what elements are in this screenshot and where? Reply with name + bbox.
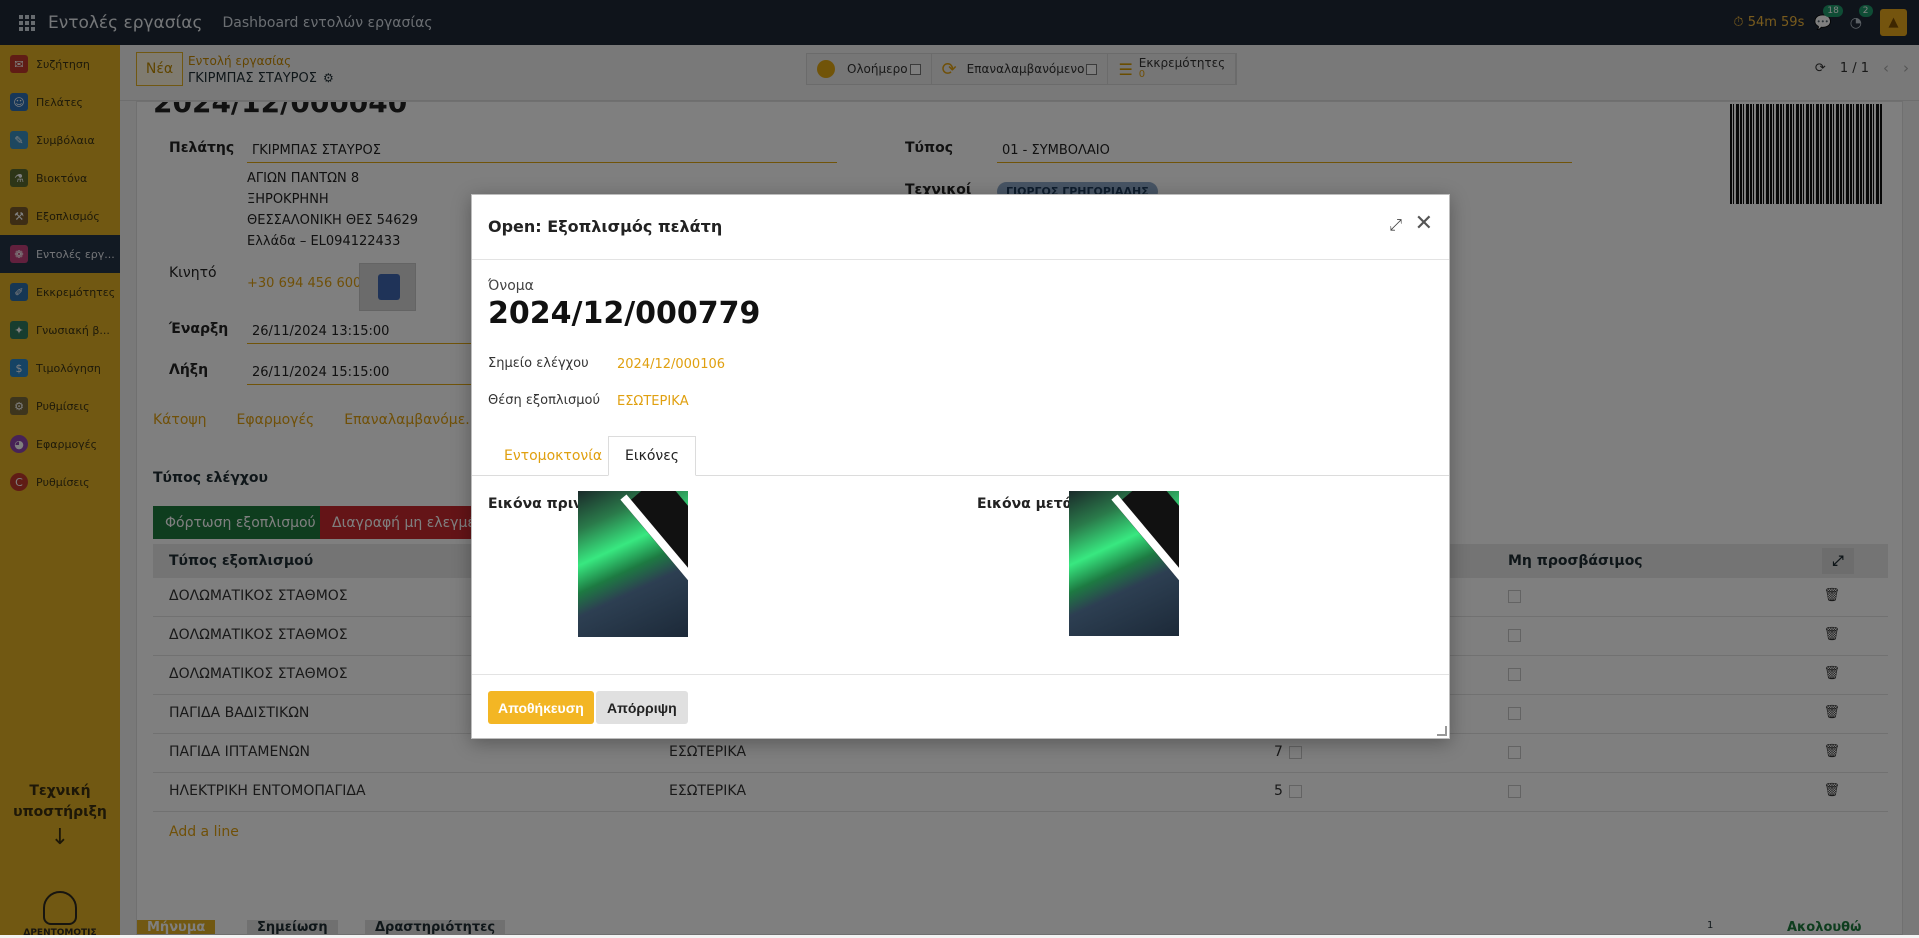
dialog-footer: Αποθήκευση Απόρριψη xyxy=(472,674,1449,738)
position-link[interactable]: ΕΣΩΤΕΡΙΚΑ xyxy=(617,394,689,409)
image-before[interactable] xyxy=(578,491,688,637)
name-label: Όνομα xyxy=(488,278,534,294)
discard-button[interactable]: Απόρριψη xyxy=(596,691,688,724)
checkpoint-label: Σημείο ελέγχου xyxy=(488,356,589,371)
dialog-title: Open: Εξοπλισμός πελάτη xyxy=(488,217,723,236)
dialog-tabs: Εντομοκτονία Εικόνες xyxy=(472,436,1449,476)
image-after-label: Εικόνα μετά xyxy=(977,496,1073,512)
close-icon[interactable]: ✕ xyxy=(1415,211,1433,236)
dialog-header: Open: Εξοπλισμός πελάτη ⤢ ✕ xyxy=(472,195,1449,260)
name-value[interactable]: 2024/12/000779 xyxy=(488,296,760,331)
tab-images[interactable]: Εικόνες xyxy=(608,436,697,476)
resize-handle[interactable] xyxy=(1437,726,1447,736)
expand-icon[interactable]: ⤢ xyxy=(1389,215,1402,235)
image-before-label: Εικόνα πριν xyxy=(488,496,583,512)
position-label: Θέση εξοπλισμού xyxy=(488,393,601,408)
tab-insecticide[interactable]: Εντομοκτονία xyxy=(488,436,618,476)
save-button[interactable]: Αποθήκευση xyxy=(488,691,594,724)
equipment-dialog: Open: Εξοπλισμός πελάτη ⤢ ✕ Όνομα 2024/1… xyxy=(471,194,1450,739)
checkpoint-link[interactable]: 2024/12/000106 xyxy=(617,357,725,372)
image-after[interactable] xyxy=(1069,491,1179,636)
